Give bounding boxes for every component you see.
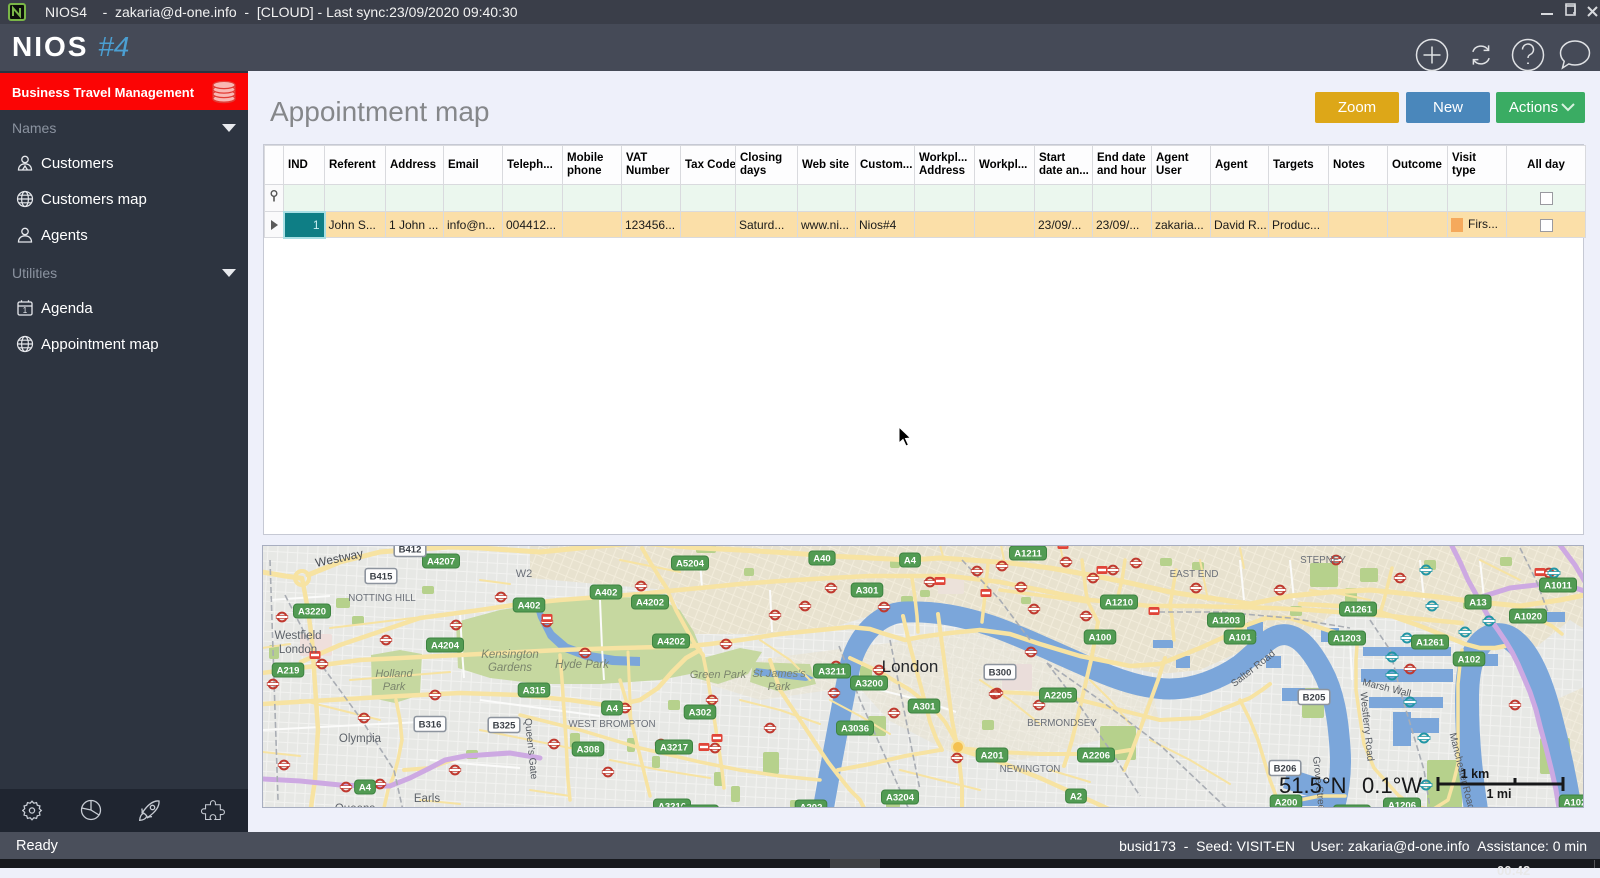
- svg-text:A4: A4: [904, 556, 917, 567]
- svg-text:B325: B325: [493, 721, 516, 732]
- svg-text:1 mi: 1 mi: [1486, 787, 1511, 801]
- svg-text:B300: B300: [989, 668, 1012, 679]
- svg-text:A13: A13: [1469, 598, 1486, 609]
- svg-text:A2: A2: [1070, 792, 1082, 803]
- svg-text:A101: A101: [1229, 633, 1252, 644]
- svg-text:London: London: [882, 657, 939, 676]
- svg-text:Park: Park: [383, 681, 406, 693]
- svg-text:A200: A200: [1275, 798, 1298, 808]
- svg-text:A3220: A3220: [298, 607, 326, 618]
- svg-text:A100: A100: [1089, 633, 1112, 644]
- svg-text:A201: A201: [981, 751, 1004, 762]
- svg-text:A1203: A1203: [1333, 634, 1361, 645]
- svg-text:0.1°W: 0.1°W: [1362, 773, 1422, 798]
- svg-text:Green Park: Green Park: [690, 669, 747, 681]
- svg-text:A402: A402: [595, 588, 618, 599]
- svg-text:London: London: [279, 644, 317, 656]
- svg-text:A4: A4: [359, 783, 372, 794]
- svg-text:A40: A40: [813, 554, 830, 565]
- svg-text:A5204: A5204: [676, 559, 705, 570]
- svg-text:BERMONDSEY: BERMONDSEY: [1027, 718, 1097, 729]
- svg-text:A4207: A4207: [427, 557, 455, 568]
- svg-text:B415: B415: [370, 572, 393, 583]
- svg-text:Hyde Park: Hyde Park: [555, 659, 610, 671]
- svg-text:A1211: A1211: [1014, 549, 1042, 560]
- svg-text:B316: B316: [419, 720, 442, 731]
- svg-text:A1261: A1261: [1344, 605, 1373, 616]
- svg-text:A3036: A3036: [841, 724, 869, 735]
- svg-text:A2205: A2205: [1044, 691, 1073, 702]
- svg-text:A402: A402: [518, 601, 541, 612]
- svg-text:A301: A301: [913, 702, 936, 713]
- svg-text:A1020: A1020: [1514, 612, 1542, 623]
- svg-text:A4204: A4204: [431, 641, 460, 652]
- svg-text:A1206: A1206: [1388, 801, 1416, 808]
- svg-text:A102: A102: [1564, 798, 1583, 808]
- svg-text:W2: W2: [516, 568, 533, 580]
- svg-text:A308: A308: [577, 745, 600, 756]
- svg-text:1: 1: [23, 306, 28, 315]
- svg-text:Holland: Holland: [375, 668, 413, 680]
- svg-text:A1011: A1011: [1544, 581, 1572, 592]
- svg-text:51.5°N: 51.5°N: [1279, 773, 1347, 798]
- svg-text:St James's: St James's: [752, 668, 806, 680]
- svg-text:A4202: A4202: [657, 637, 685, 648]
- svg-text:NOTTING HILL: NOTTING HILL: [348, 593, 416, 604]
- svg-text:A102: A102: [1458, 655, 1481, 666]
- svg-text:Park: Park: [768, 681, 791, 693]
- svg-text:A3217: A3217: [660, 743, 688, 754]
- svg-text:A301: A301: [856, 586, 879, 597]
- svg-text:STEPNEY: STEPNEY: [1300, 555, 1346, 566]
- svg-text:Olympia: Olympia: [339, 733, 382, 745]
- svg-text:A1261: A1261: [1416, 638, 1445, 649]
- svg-text:EAST END: EAST END: [1170, 569, 1219, 580]
- svg-text:A202: A202: [800, 803, 823, 808]
- svg-text:Earls: Earls: [414, 793, 440, 805]
- svg-text:A315: A315: [523, 686, 546, 697]
- svg-text:Kensington: Kensington: [481, 649, 539, 661]
- svg-text:1 km: 1 km: [1461, 767, 1490, 781]
- svg-text:B205: B205: [1303, 693, 1326, 704]
- svg-text:B412: B412: [399, 546, 422, 556]
- svg-text:Westfield: Westfield: [274, 630, 321, 642]
- svg-text:A1210: A1210: [1105, 598, 1133, 609]
- svg-text:A4: A4: [606, 704, 619, 715]
- svg-text:A2206: A2206: [1082, 751, 1110, 762]
- svg-text:A4202: A4202: [636, 598, 664, 609]
- svg-text:A219: A219: [277, 666, 300, 677]
- svg-text:NEWINGTON: NEWINGTON: [1000, 764, 1061, 775]
- svg-text:Gardens: Gardens: [488, 662, 532, 674]
- svg-text:A3200: A3200: [855, 679, 883, 690]
- svg-text:A3204: A3204: [886, 793, 915, 804]
- svg-text:A1203: A1203: [1212, 616, 1240, 627]
- svg-text:A3211: A3211: [818, 667, 846, 678]
- svg-text:Queens: Queens: [335, 803, 376, 807]
- svg-text:WEST BROMPTON: WEST BROMPTON: [568, 719, 655, 730]
- svg-text:A302: A302: [689, 708, 712, 719]
